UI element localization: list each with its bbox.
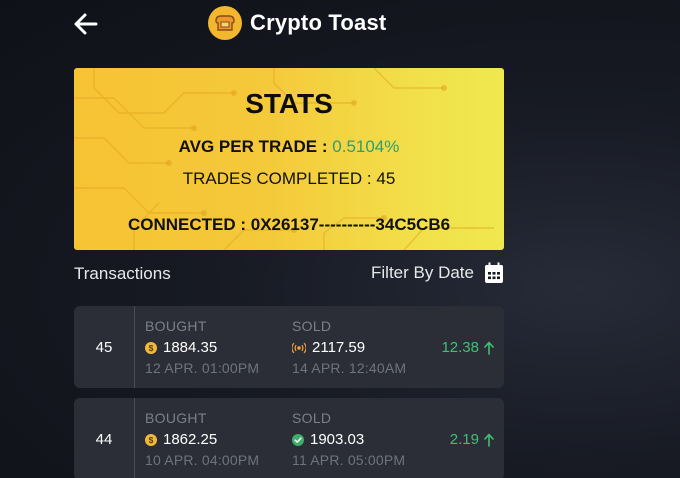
- transaction-card[interactable]: 44 BOUGHT $ 1862.25 10 APR. 04:00PM SOLD…: [74, 398, 504, 478]
- dollar-coin-icon: $: [145, 341, 157, 354]
- sold-value: 2117.59: [312, 339, 366, 356]
- calendar-icon: [485, 262, 503, 283]
- app-title: Crypto Toast: [250, 10, 387, 35]
- sold-label: SOLD: [292, 318, 332, 334]
- avg-per-trade-value: 0.5104%: [332, 137, 400, 156]
- bought-amount: $ 1862.25: [145, 431, 259, 448]
- profit: 2.19: [450, 431, 494, 448]
- sold-amount: 2117.59: [292, 339, 406, 356]
- transaction-id: 44: [95, 430, 113, 448]
- trades-completed: TRADES COMPLETED : 45: [74, 169, 504, 189]
- bought-column: BOUGHT $ 1862.25 10 APR. 04:00PM: [145, 410, 259, 468]
- check-circle-icon: [292, 433, 304, 446]
- toast-logo-icon: [208, 6, 242, 40]
- svg-text:$: $: [149, 343, 154, 353]
- connected-address: 0X26137----------34C5CB6: [250, 215, 451, 234]
- sold-time: 11 APR. 05:00PM: [292, 452, 406, 468]
- sold-label: SOLD: [292, 410, 332, 426]
- arrow-left-icon: [74, 13, 98, 35]
- trades-completed-label: TRADES COMPLETED :: [182, 169, 372, 188]
- transaction-id: 45: [95, 338, 113, 356]
- divider: [134, 398, 135, 478]
- bought-label: BOUGHT: [145, 318, 207, 334]
- bought-label: BOUGHT: [145, 410, 207, 426]
- back-button[interactable]: [72, 10, 100, 38]
- transaction-card[interactable]: 45 BOUGHT $ 1884.35 12 APR. 01:00PM SOLD…: [74, 306, 504, 388]
- sold-column: SOLD 2117.59 14 APR. 12:40AM: [292, 318, 406, 376]
- bought-time: 10 APR. 04:00PM: [145, 452, 260, 468]
- sold-time: 14 APR. 12:40AM: [292, 360, 407, 376]
- broadcast-icon: [292, 342, 306, 354]
- transactions-header: Transactions Filter By Date: [74, 262, 504, 288]
- avg-per-trade-label: AVG PER TRADE :: [178, 137, 328, 156]
- filter-by-date-label: Filter By Date: [371, 263, 474, 282]
- arrow-up-icon: [484, 433, 494, 447]
- connected-label: CONNECTED :: [127, 215, 246, 234]
- profit-value: 2.19: [449, 431, 479, 448]
- sold-value: 1903.03: [310, 431, 365, 448]
- arrow-up-icon: [484, 341, 494, 355]
- dollar-coin-icon: $: [145, 433, 157, 446]
- bought-amount: $ 1884.35: [145, 339, 259, 356]
- sold-amount: 1903.03: [292, 431, 405, 448]
- filter-by-date-button[interactable]: Filter By Date: [371, 262, 504, 284]
- bought-value: 1862.25: [163, 431, 218, 448]
- svg-text:$: $: [149, 435, 154, 445]
- connected-wallet: CONNECTED : 0X26137----------34C5CB6: [74, 215, 504, 235]
- bought-column: BOUGHT $ 1884.35 12 APR. 01:00PM: [145, 318, 259, 376]
- bought-time: 12 APR. 01:00PM: [145, 360, 260, 376]
- profit: 12.38: [441, 339, 494, 356]
- bought-value: 1884.35: [163, 339, 218, 356]
- sold-column: SOLD 1903.03 11 APR. 05:00PM: [292, 410, 405, 468]
- profit-value: 12.38: [441, 339, 479, 356]
- brand: Crypto Toast: [208, 6, 386, 40]
- app-header: Crypto Toast: [0, 0, 680, 46]
- trades-completed-value: 45: [376, 169, 396, 188]
- stats-title: STATS: [245, 88, 333, 119]
- transactions-heading: Transactions: [74, 264, 171, 283]
- stats-card: STATS AVG PER TRADE : 0.5104% TRADES COM…: [74, 68, 504, 250]
- divider: [134, 306, 135, 388]
- avg-per-trade: AVG PER TRADE : 0.5104%: [74, 137, 504, 157]
